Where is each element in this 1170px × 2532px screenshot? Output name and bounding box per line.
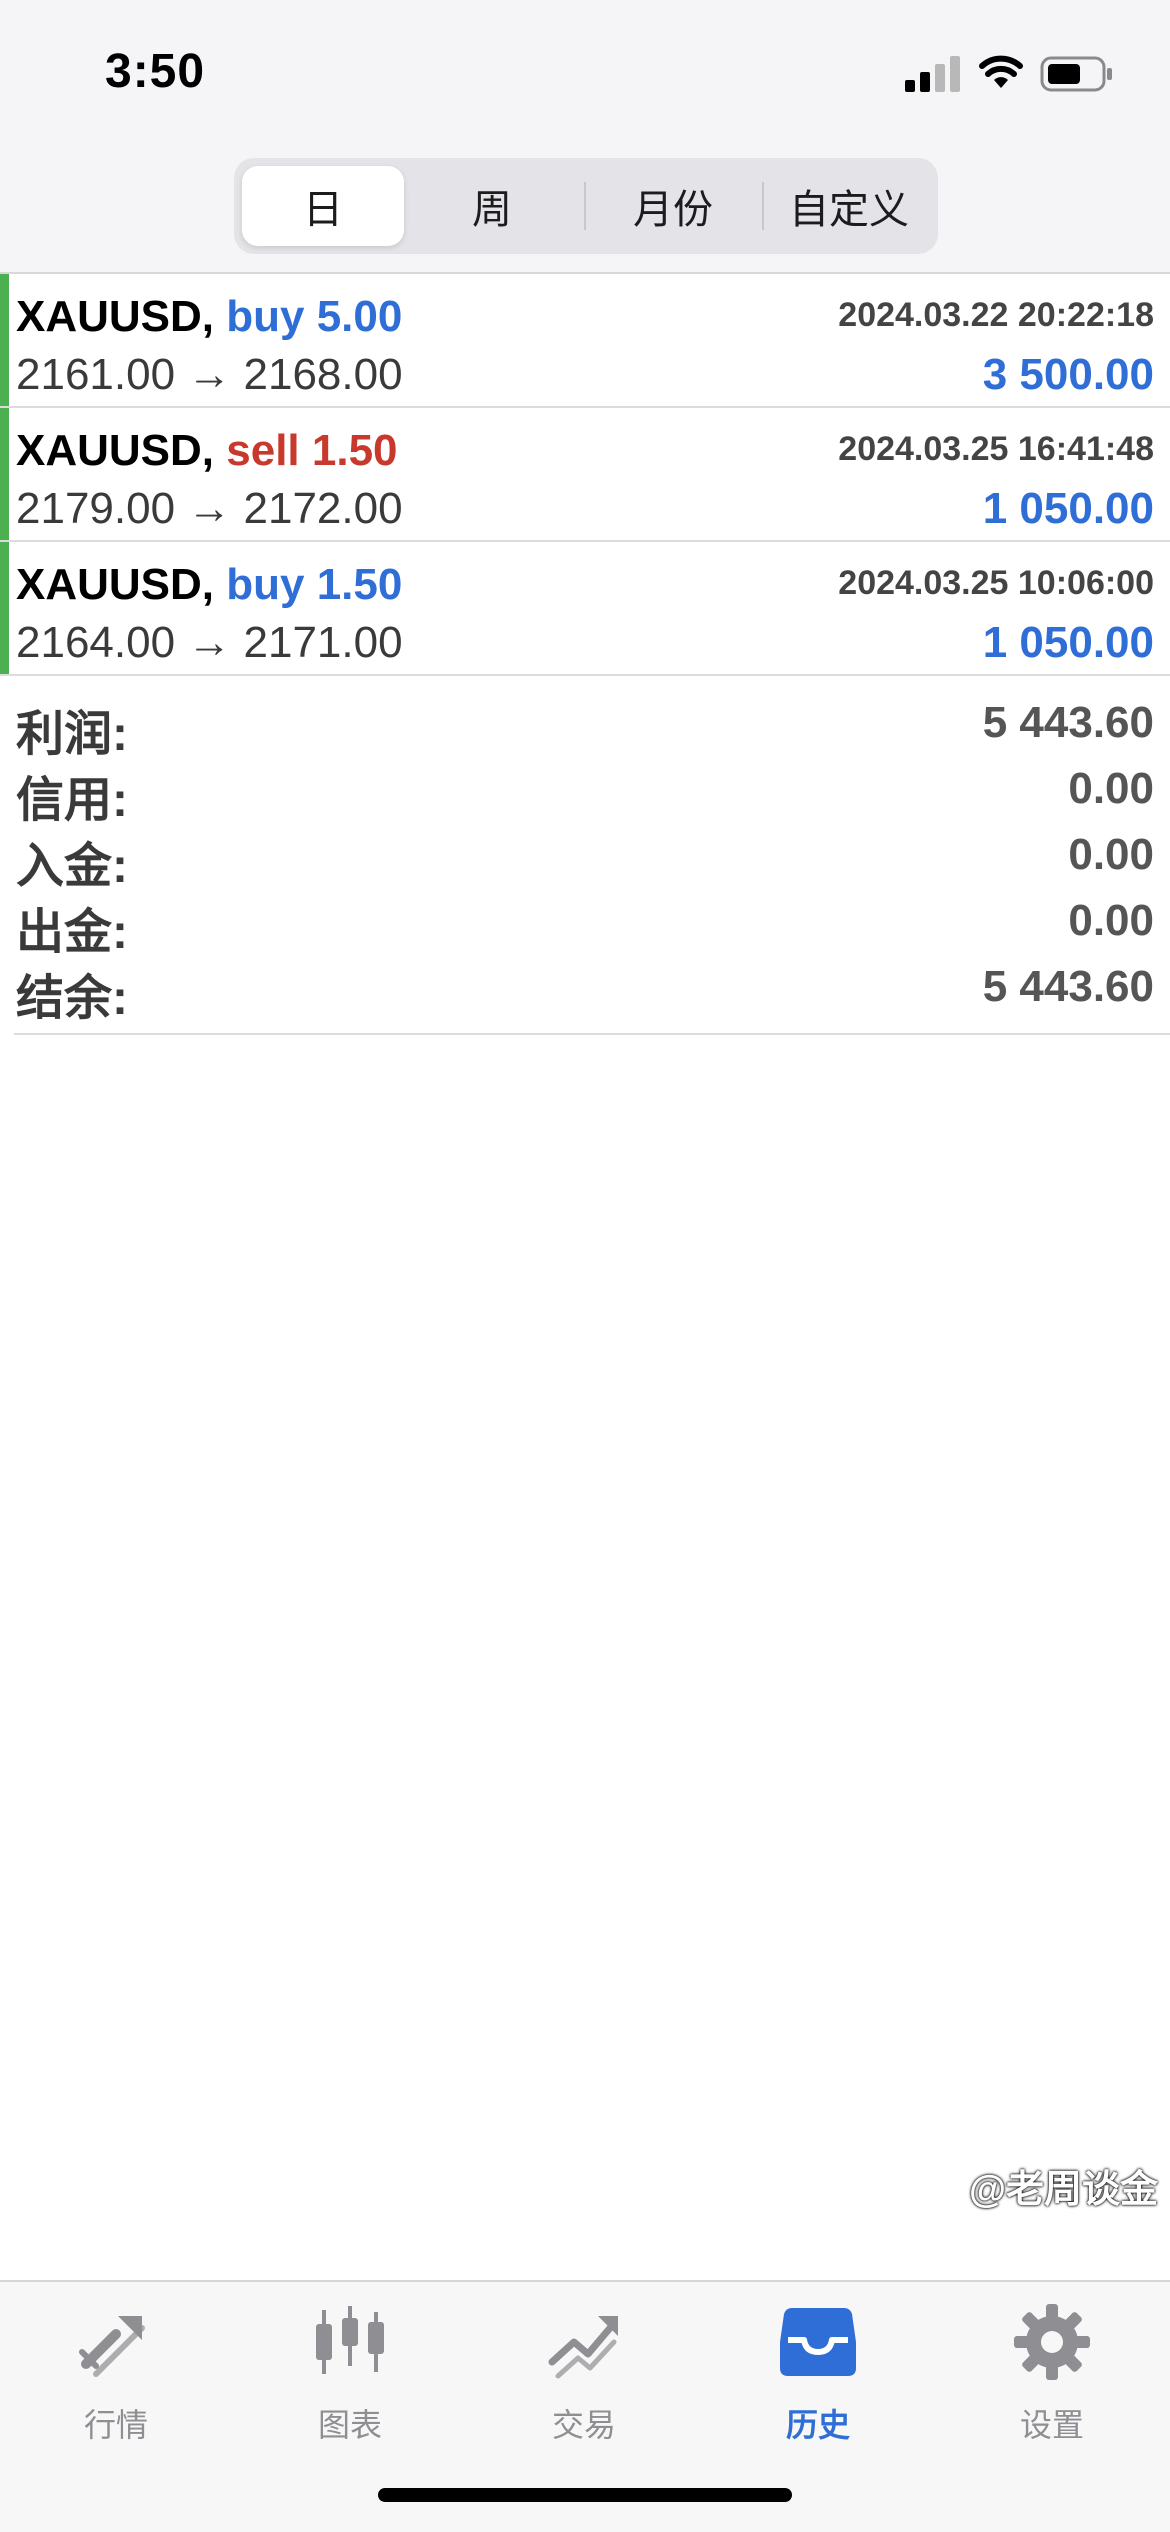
deal-title: XAUUSD, buy 1.50: [16, 560, 402, 610]
tab-settings[interactable]: 设置: [972, 2302, 1132, 2452]
summary-row-credit: 信用: 0.00: [0, 760, 1170, 827]
tab-quotes[interactable]: 行情: [36, 2302, 196, 2452]
wifi-icon: [979, 55, 1023, 88]
chart-icon: [316, 2306, 384, 2374]
status-time: 3:50: [105, 45, 206, 98]
tab-history[interactable]: 历史: [738, 2302, 898, 2452]
segment-divider: [584, 182, 586, 230]
tab-label: 行情: [83, 2407, 148, 2443]
segment-day[interactable]: 日: [242, 166, 404, 246]
deal-comma: ,: [201, 426, 215, 475]
summary-row-balance: 结余: 5 443.60: [0, 958, 1170, 1025]
deal-profit: 1 050.00: [982, 618, 1154, 667]
history-icon: [780, 2308, 856, 2376]
deal-comma: ,: [201, 560, 215, 609]
deal-prices: 2164.00 → 2171.00: [16, 618, 403, 667]
summary-row-profit: 利润: 5 443.60: [0, 694, 1170, 761]
summary-value: 0.00: [1068, 764, 1154, 813]
deal-accent-bar: [0, 542, 9, 674]
summary-label: 信用:: [16, 774, 128, 827]
summary-value: 5 443.60: [982, 962, 1154, 1011]
deal-profit: 1 050.00: [982, 484, 1154, 533]
summary-value: 0.00: [1068, 896, 1154, 945]
tab-chart[interactable]: 图表: [270, 2302, 430, 2452]
deal-symbol: XAUUSD: [16, 292, 202, 341]
quotes-icon: [79, 2316, 145, 2377]
home-indicator[interactable]: [378, 2488, 792, 2502]
segment-custom[interactable]: 自定义: [766, 166, 932, 246]
deal-action: sell 1.50: [226, 426, 398, 475]
segment-divider: [762, 182, 764, 230]
deal-action: buy 1.50: [226, 560, 403, 609]
tab-label: 图表: [317, 2407, 382, 2443]
summary-label: 结余:: [16, 972, 128, 1025]
header-area: 3:50 日 周 月份 自定义: [0, 0, 1170, 272]
watermark: @老周谈金: [968, 2169, 1158, 2211]
deal-symbol: XAUUSD: [16, 560, 202, 609]
deal-symbol: XAUUSD: [16, 426, 202, 475]
deal-time: 2024.03.25 16:41:48: [838, 430, 1154, 468]
deal-prices: 2179.00 → 2172.00: [16, 484, 403, 533]
summary-row-deposit: 入金: 0.00: [0, 826, 1170, 893]
history-screen: 3:50 日 周 月份 自定义 XAUUSD, buy 5.00 2024.03…: [0, 0, 1170, 2532]
summary-bottom-divider: [14, 1033, 1170, 1035]
deal-prices: 2161.00 → 2168.00: [16, 350, 403, 399]
deal-profit: 3 500.00: [982, 350, 1154, 399]
summary-value: 0.00: [1068, 830, 1154, 879]
deal-accent-bar: [0, 408, 9, 540]
summary-label: 出金:: [16, 906, 128, 959]
tab-label: 设置: [1019, 2407, 1084, 2443]
tab-label: 交易: [551, 2407, 616, 2443]
settings-icon: [1014, 2304, 1090, 2380]
summary-row-withdrawal: 出金: 0.00: [0, 892, 1170, 959]
deal-title: XAUUSD, buy 5.00: [16, 292, 402, 342]
trade-icon: [548, 2316, 618, 2379]
deal-accent-bar: [0, 274, 9, 406]
tab-label: 历史: [785, 2407, 850, 2443]
summary-label: 入金:: [16, 840, 128, 893]
battery-icon: [1040, 56, 1112, 92]
deal-time: 2024.03.25 10:06:00: [838, 564, 1154, 602]
tab-trade[interactable]: 交易: [504, 2302, 664, 2452]
deal-row[interactable]: XAUUSD, buy 5.00 2024.03.22 20:22:18 216…: [0, 274, 1170, 408]
segment-week[interactable]: 周: [410, 166, 574, 246]
summary-label: 利润:: [16, 708, 128, 761]
cellular-signal-icon: [905, 56, 961, 92]
summary-value: 5 443.60: [982, 698, 1154, 747]
segment-month[interactable]: 月份: [588, 166, 758, 246]
deal-action: buy 5.00: [226, 292, 403, 341]
deal-comma: ,: [201, 292, 215, 341]
deal-time: 2024.03.22 20:22:18: [838, 296, 1154, 334]
period-segmented-control: 日 周 月份 自定义: [234, 158, 938, 254]
deal-row[interactable]: XAUUSD, buy 1.50 2024.03.25 10:06:00 216…: [0, 542, 1170, 676]
deal-row[interactable]: XAUUSD, sell 1.50 2024.03.25 16:41:48 21…: [0, 408, 1170, 542]
deal-title: XAUUSD, sell 1.50: [16, 426, 398, 476]
